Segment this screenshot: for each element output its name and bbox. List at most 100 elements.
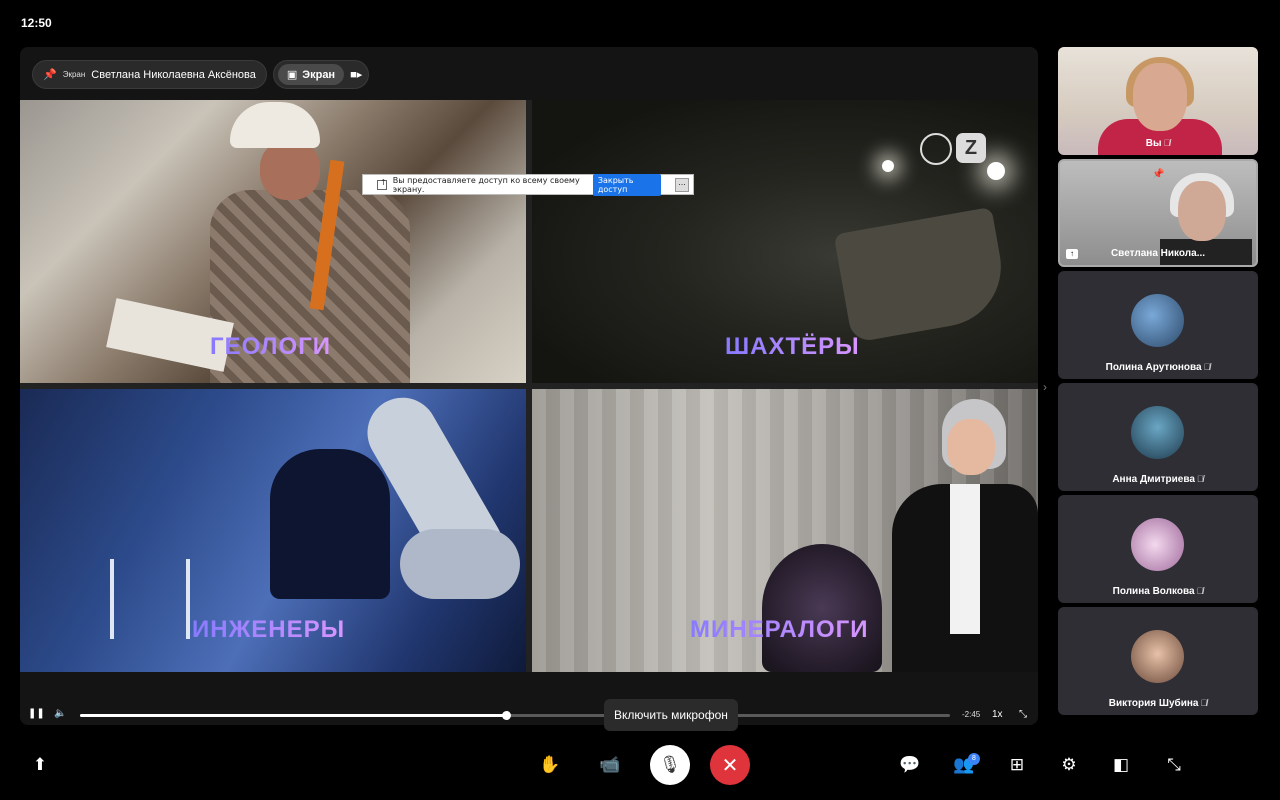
progress-fill: [80, 714, 507, 717]
microphone-button[interactable]: 🎙: [650, 745, 690, 785]
participant-name-row: Анна Дмитриева 🎙̸: [1058, 474, 1258, 485]
presenter-name: Светлана Николаевна Аксёнова: [91, 68, 256, 81]
participant-name-row: Полина Арутюнова 🎙̸: [1058, 362, 1258, 373]
tile-label: МИНЕРАЛОГИ: [690, 616, 869, 643]
mic-off-icon: 🎙̸: [1203, 362, 1211, 372]
mic-off-icon: 🎙̸: [1163, 138, 1171, 148]
participant-name: Виктория Шубина: [1108, 698, 1199, 709]
mic-off-icon: 🎙: [659, 755, 681, 774]
exit-fullscreen-button[interactable]: ⤡: [1154, 745, 1194, 785]
participant-name: Полина Арутюнова: [1105, 362, 1202, 373]
participant-tile-self[interactable]: Вы 🎙̸: [1058, 47, 1258, 155]
gear-icon: ⚙: [1061, 755, 1077, 774]
face: [947, 419, 995, 475]
participant-tile[interactable]: Виктория Шубина 🎙̸: [1058, 607, 1258, 715]
participant-name-row: Вы 🎙̸: [1058, 138, 1258, 149]
screen-view-button[interactable]: ▣ Экран: [277, 64, 345, 85]
settings-button[interactable]: ⚙: [1049, 745, 1089, 785]
progress-knob[interactable]: [502, 711, 512, 720]
screen-share-notice: Вы предоставляете доступ ко всему своему…: [362, 173, 694, 196]
mic-off-icon: 🎙̸: [1196, 474, 1204, 484]
shared-screen-video: ГЕОЛОГИ Z ШАХТЁРЫ ИНЖЕНЕРЫ МИНЕРАЛОГИ ↑ …: [20, 100, 1038, 720]
avatar: [1131, 518, 1184, 571]
presenter-pill-small-label: Экран: [62, 70, 86, 79]
collapse-sidebar-icon[interactable]: ›: [1043, 380, 1047, 394]
leave-call-button[interactable]: ✕: [710, 745, 750, 785]
video-tile-geologists: ГЕОЛОГИ: [20, 100, 526, 383]
participant-name-row: Полина Волкова 🎙̸: [1058, 586, 1258, 597]
participant-tile[interactable]: Полина Арутюнова 🎙̸: [1058, 271, 1258, 379]
avatar: [1131, 294, 1184, 347]
hard-hat: [230, 102, 320, 148]
progress-bar[interactable]: [80, 711, 950, 720]
collapse-icon: ⤡: [1167, 755, 1181, 774]
video-tile-miners: Z ШАХТЁРЫ: [532, 100, 1038, 383]
layout-grid-button[interactable]: ⊞: [997, 745, 1037, 785]
hide-notice-button[interactable]: ...: [674, 177, 689, 192]
participants-button[interactable]: 👥 8: [944, 745, 984, 785]
player-controls: ❚❚ 🔈 -2:45 1x ⤡: [20, 705, 1038, 725]
robot-arm-joint: [400, 529, 520, 599]
amethyst-geode: [762, 544, 882, 672]
mic-off-icon: 🎙̸: [1200, 698, 1208, 708]
stage-header: 📌 Экран Светлана Николаевна Аксёнова ▣ Э…: [32, 60, 370, 89]
volume-icon[interactable]: 🔈: [54, 708, 66, 719]
self-video-face: [1133, 63, 1187, 131]
participants-sidebar: Вы 🎙̸ 📌 ↑ Светлана Никола... Полина Арутю…: [1058, 47, 1258, 725]
stop-sharing-button[interactable]: Закрыть доступ: [592, 173, 661, 196]
participant-tile-presenter[interactable]: 📌 ↑ Светлана Никола...: [1058, 159, 1258, 267]
participant-name-row: Виктория Шубина 🎙̸: [1058, 698, 1258, 709]
brand-logo-icon: [920, 133, 952, 165]
tile-label: ШАХТЁРЫ: [725, 333, 860, 360]
geologist-face: [260, 140, 320, 200]
playback-speed-button[interactable]: 1x: [992, 709, 1003, 720]
pin-icon: 📌: [1152, 169, 1165, 180]
video-tile-mineralogists: МИНЕРАЛОГИ: [532, 389, 1038, 672]
presenter-pill[interactable]: 📌 Экран Светлана Николаевна Аксёнова: [32, 60, 267, 89]
grid-icon: ⊞: [1009, 755, 1025, 774]
camera-icon: 📹: [599, 755, 621, 774]
tile-label: ГЕОЛОГИ: [210, 333, 332, 360]
z-logo-icon: Z: [956, 133, 986, 163]
mic-off-icon: 🎙̸: [1196, 586, 1204, 596]
raise-hand-button[interactable]: ✋: [530, 745, 570, 785]
tile-label: ИНЖЕНЕРЫ: [192, 616, 346, 643]
participant-name: Анна Дмитриева: [1112, 474, 1195, 485]
excavator-bucket: [833, 206, 1011, 344]
view-switcher: ▣ Экран ■▸: [272, 60, 370, 89]
main-stage: 📌 Экран Светлана Николаевна Аксёнова ▣ Э…: [20, 47, 1038, 725]
share-notice-text: Вы предоставляете доступ ко всему своему…: [392, 175, 580, 194]
pip-button[interactable]: ◧: [1101, 745, 1141, 785]
screen-view-label: Экран: [302, 68, 336, 81]
share-screen-button[interactable]: ⬆: [20, 745, 60, 785]
engineer-figure: [270, 449, 390, 599]
remaining-time: -2:45: [962, 710, 981, 719]
mine-lamp: [987, 162, 1005, 180]
white-shirt: [950, 484, 980, 634]
participant-name: Полина Волкова: [1112, 586, 1195, 597]
clock: 12:50: [21, 16, 52, 30]
video-tile-engineers: ИНЖЕНЕРЫ: [20, 389, 526, 672]
chat-button[interactable]: 💬: [890, 745, 930, 785]
participant-name: Светлана Никола...: [1110, 248, 1206, 259]
bottom-toolbar: ⬆ ✋ 📹 🎙 ✕ 💬 👥 8 ⊞ ⚙ ◧ ⤡: [0, 740, 1280, 790]
share-screen-icon: [377, 178, 387, 190]
mic-tooltip: Включить микрофон: [604, 699, 738, 731]
screen-share-icon: ▣: [286, 69, 298, 81]
fullscreen-icon[interactable]: ⤡: [1019, 709, 1027, 720]
participant-tile[interactable]: Анна Дмитриева 🎙̸: [1058, 383, 1258, 491]
share-screen-icon: ⬆: [32, 755, 48, 774]
hand-icon: ✋: [539, 755, 561, 774]
camera-button[interactable]: 📹: [590, 745, 630, 785]
pause-icon[interactable]: ❚❚: [28, 708, 45, 719]
picture-in-picture-icon: ◧: [1112, 755, 1130, 774]
presenter-video-face: [1178, 181, 1226, 241]
camera-view-icon[interactable]: ■▸: [350, 68, 362, 81]
mine-lamp: [882, 160, 894, 172]
participants-count-badge: 8: [968, 753, 980, 765]
lab-pipettes: [110, 559, 190, 639]
close-icon: ✕: [721, 754, 739, 777]
participant-tile[interactable]: Полина Волкова 🎙̸: [1058, 495, 1258, 603]
avatar: [1131, 406, 1184, 459]
chat-icon: 💬: [899, 755, 921, 774]
